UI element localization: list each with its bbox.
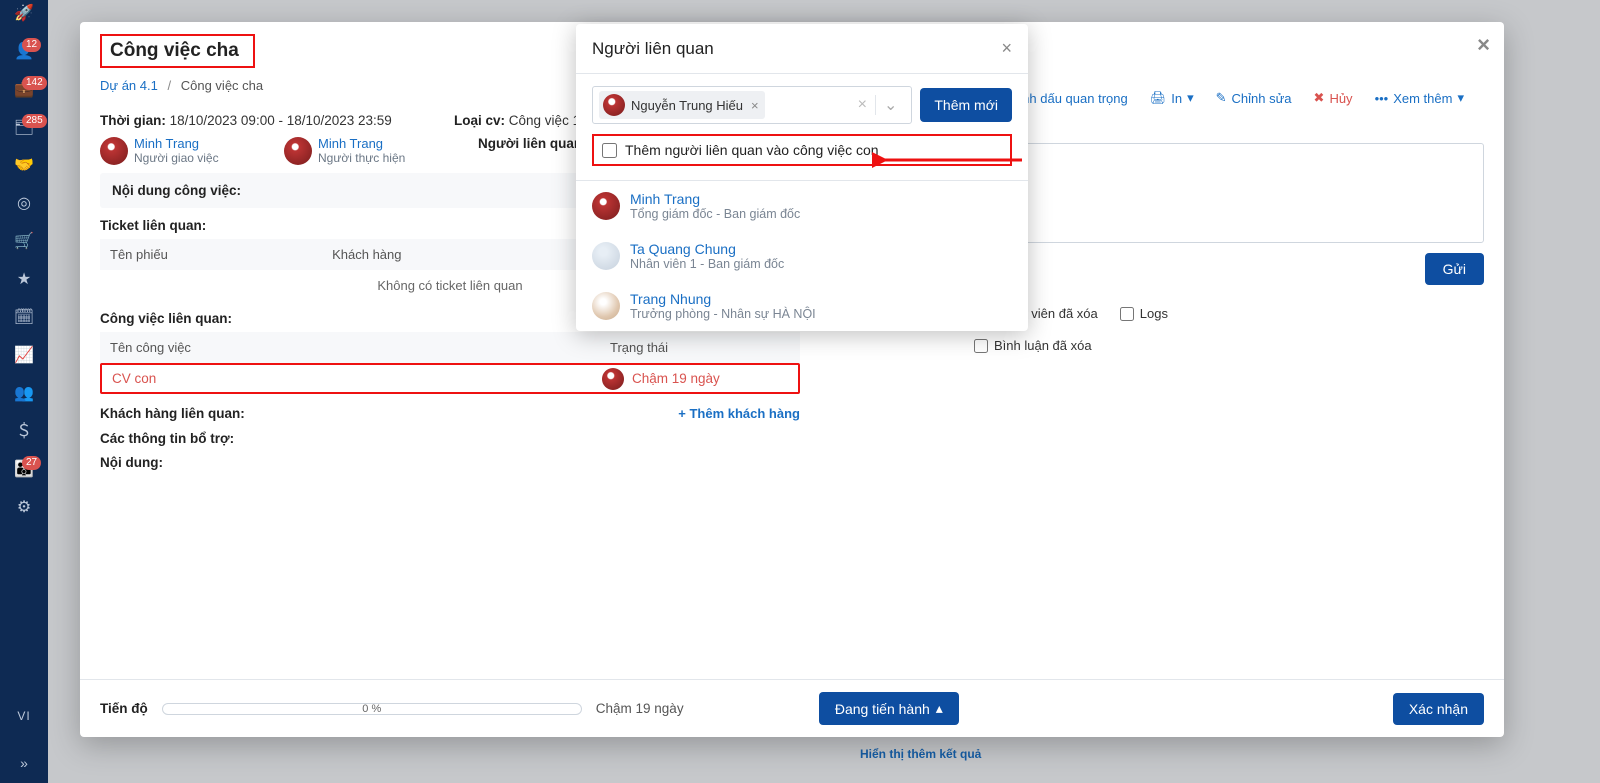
sidebar-gear-icon[interactable]: ⚙ — [0, 500, 48, 516]
breadcrumb-project[interactable]: Dự án 4.1 — [100, 78, 158, 93]
avatar — [602, 368, 624, 390]
list-item[interactable]: Trang NhungTrưởng phòng - Nhân sự HÀ NỘI — [576, 281, 1028, 331]
support-info-label: Các thông tin bổ trợ: — [100, 427, 800, 451]
avatar — [100, 137, 128, 165]
assignee-name[interactable]: Minh Trang — [318, 136, 405, 151]
related-people-popover: Người liên quan × Nguyễn Trung Hiếu × × … — [576, 24, 1028, 331]
filter-deleted-comment[interactable]: Bình luận đã xóa — [974, 338, 1092, 353]
close-icon[interactable]: × — [1477, 32, 1490, 58]
progress-bar[interactable]: 0 % — [162, 703, 582, 715]
edit-button[interactable]: ✎ Chỉnh sửa — [1216, 90, 1292, 106]
sidebar-inbox-icon[interactable]: 🗂285 — [0, 120, 48, 136]
chevron-down-icon[interactable]: ⌄ — [875, 95, 905, 115]
cancel-button[interactable]: ✖ Hủy — [1314, 90, 1353, 106]
avatar — [592, 292, 620, 320]
filter-logs[interactable]: Logs — [1120, 306, 1168, 321]
avatar — [592, 242, 620, 270]
status-dropdown-button[interactable]: Đang tiến hành ▴ — [819, 692, 959, 725]
add-new-button[interactable]: Thêm mới — [920, 88, 1012, 122]
sidebar-cart-icon[interactable]: 🛒 — [0, 234, 48, 250]
sidebar-expand-icon[interactable]: » — [20, 755, 28, 771]
sidebar-lang[interactable]: VI — [17, 709, 30, 723]
related-tasks-table: Tên công việcTrạng thái — [100, 332, 800, 363]
avatar — [603, 94, 625, 116]
submit-button[interactable]: Gửi — [1425, 253, 1484, 285]
assigner-name[interactable]: Minh Trang — [134, 136, 219, 151]
sidebar-dollar-icon[interactable]: ＄ — [0, 424, 48, 440]
add-customer[interactable]: + Thêm khách hàng — [678, 406, 800, 421]
subtask-name: CV con — [102, 365, 602, 392]
print-button[interactable]: 🖨 In ▾ — [1150, 90, 1194, 106]
content-label: Nội dung công việc: — [112, 183, 241, 198]
people-suggestion-list: Minh TrangTổng giám đốc - Ban giám đốc T… — [576, 180, 1028, 331]
content-info-label: Nội dung: — [100, 451, 800, 475]
sidebar-rocket-icon[interactable]: 🚀 — [0, 6, 48, 22]
sidebar-users-icon[interactable]: 👥 — [0, 386, 48, 402]
list-item[interactable]: Ta Quang ChungNhân viên 1 - Ban giám đốc — [576, 231, 1028, 281]
chip-remove-icon[interactable]: × — [749, 98, 759, 113]
action-bar: 📑 Đánh dấu quan trọng 🖨 In ▾ ✎ Chỉnh sửa… — [984, 90, 1464, 106]
subtask-status: Chậm 19 ngày — [632, 371, 720, 386]
task-title: Công việc cha — [110, 40, 239, 62]
list-item[interactable]: Minh TrangTổng giám đốc - Ban giám đốc — [576, 181, 1028, 231]
sidebar-target-icon[interactable]: ◎ — [0, 196, 48, 212]
footer-delay: Chậm 19 ngày — [596, 701, 684, 716]
add-to-subtask-checkbox-highlight[interactable]: Thêm người liên quan vào công việc con — [592, 134, 1012, 166]
sidebar-briefcase-icon[interactable]: 💼142 — [0, 82, 48, 98]
sidebar-handshake-icon[interactable]: 🤝 — [0, 158, 48, 174]
progress-label: Tiến độ — [100, 701, 148, 716]
selected-chip: Nguyễn Trung Hiếu × — [599, 91, 765, 119]
subtask-row-highlight[interactable]: CV con Chậm 19 ngày — [100, 363, 800, 394]
sidebar-calendar-icon[interactable]: 🗓 — [0, 310, 48, 326]
avatar — [284, 137, 312, 165]
more-button[interactable]: ••• Xem thêm ▾ — [1375, 90, 1464, 106]
sidebar-people-icon[interactable]: 👪27 — [0, 462, 48, 478]
sidebar-chart-icon[interactable]: 📈 — [0, 348, 48, 364]
avatar — [592, 192, 620, 220]
task-title-highlight: Công việc cha — [100, 34, 255, 68]
add-to-subtask-checkbox[interactable] — [602, 143, 617, 158]
popover-close-icon[interactable]: × — [1001, 38, 1012, 59]
sidebar-user-icon[interactable]: 👤12 — [0, 44, 48, 60]
sidebar: 🚀 👤12 💼142 🗂285 🤝 ◎ 🛒 ★ 🗓 📈 👥 ＄ 👪27 ⚙ VI… — [0, 0, 48, 783]
confirm-button[interactable]: Xác nhận — [1393, 693, 1484, 725]
popover-title: Người liên quan — [592, 39, 714, 59]
clear-icon[interactable]: × — [850, 96, 875, 114]
sidebar-star-icon[interactable]: ★ — [0, 272, 48, 288]
breadcrumb-current: Công việc cha — [181, 78, 263, 93]
people-select-input[interactable]: Nguyễn Trung Hiếu × × ⌄ — [592, 86, 912, 124]
modal-footer: Tiến độ 0 % Chậm 19 ngày Đang tiến hành … — [80, 679, 1504, 737]
